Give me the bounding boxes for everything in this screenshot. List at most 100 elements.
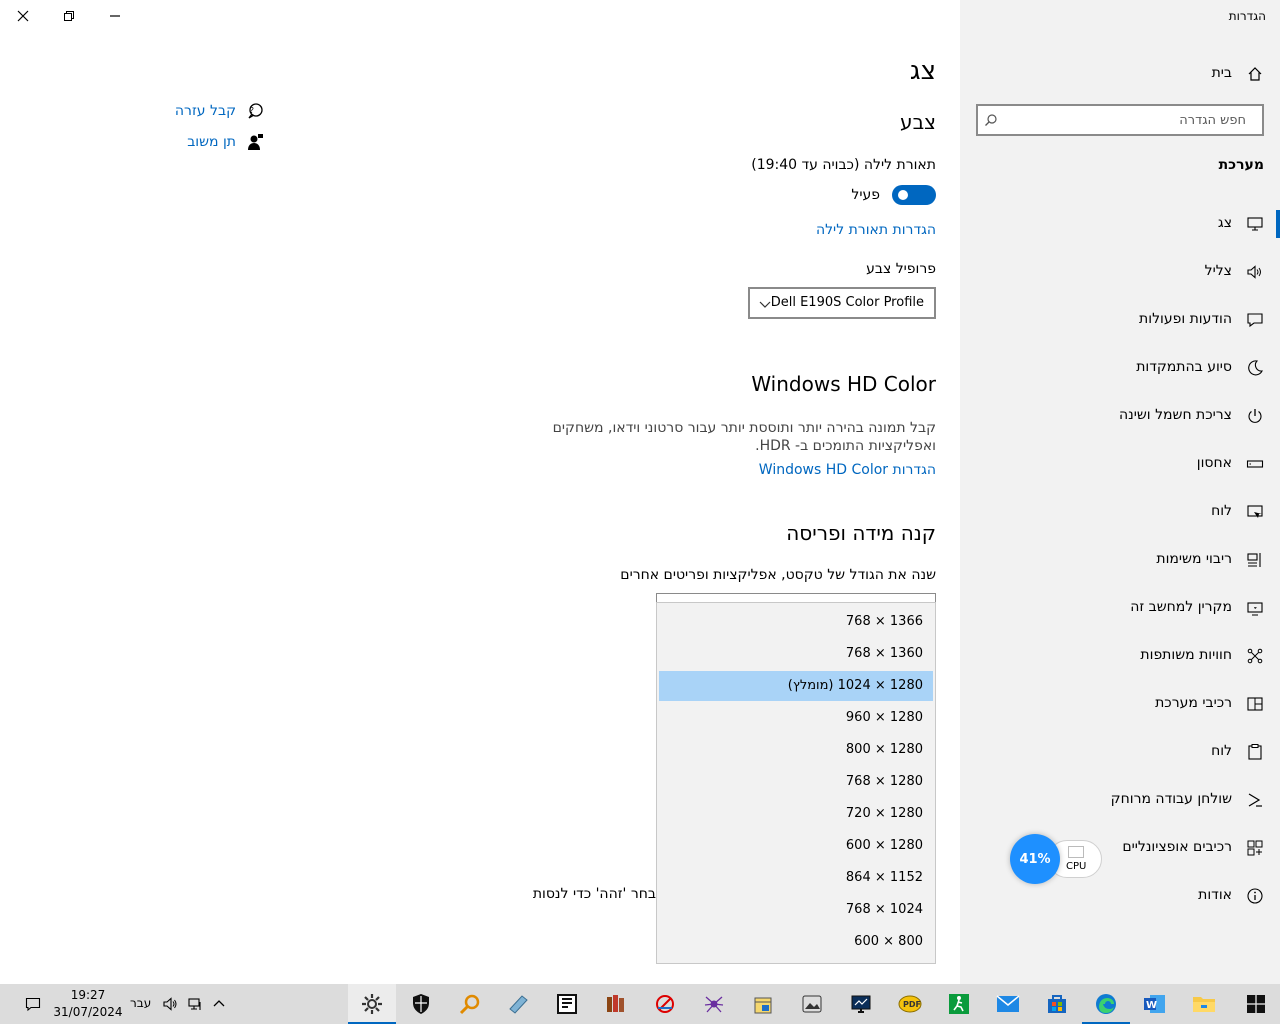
get-help-label: קבל עזרה — [174, 103, 236, 119]
resolution-option[interactable]: 1024 × 768 — [659, 895, 933, 925]
hdr-description: קבל תמונה בהירה יותר ותוססת יותר עבור סר… — [552, 420, 936, 454]
restore-icon — [64, 11, 74, 21]
color-profile-label: פרופיל צבע — [866, 261, 936, 277]
settings-sidebar: הגדרות בית מערכת צג צליל הודעות ופעולות סיו… — [960, 0, 1280, 984]
mail-icon[interactable] — [984, 984, 1032, 1024]
sidebar-item[interactable]: רכיבי מערכת — [960, 686, 1280, 722]
volume-icon[interactable] — [161, 995, 179, 1013]
home-label: בית — [1211, 65, 1232, 81]
minimize-icon — [110, 15, 120, 17]
language-indicator[interactable]: עבר — [130, 996, 151, 1010]
search-input[interactable] — [1006, 106, 1254, 134]
page-title: צג — [909, 56, 936, 86]
color-profile-value: Dell E190S Color Profile — [770, 295, 924, 310]
sidebar-item-label: אחסון — [1196, 455, 1232, 471]
chevron-up-icon[interactable] — [210, 995, 228, 1013]
library-app-icon[interactable] — [592, 984, 640, 1024]
monitor-app-icon[interactable] — [837, 984, 885, 1024]
app-title: הגדרות — [1228, 9, 1266, 23]
edge-icon[interactable] — [1082, 984, 1130, 1024]
get-help-link[interactable]: ? קבל עזרה — [175, 100, 264, 122]
sidebar-home[interactable]: בית — [960, 56, 1280, 92]
resolution-option[interactable]: 800 × 600 — [659, 927, 933, 957]
news-app-icon[interactable] — [543, 984, 591, 1024]
night-light-toggle[interactable] — [892, 185, 936, 205]
search-tool-icon[interactable] — [446, 984, 494, 1024]
resolution-option[interactable]: 1360 × 768 — [659, 639, 933, 669]
sidebar-item-label: שולחן עבודה מרוחק — [1110, 791, 1232, 807]
sidebar-item-label: לוח — [1211, 743, 1232, 759]
sidebar-item[interactable]: צריכת חשמל ושינה — [960, 398, 1280, 434]
restore-button[interactable] — [46, 0, 92, 32]
spider-app-icon[interactable] — [690, 984, 738, 1024]
shared-icon — [1246, 647, 1264, 665]
sidebar-item-label: אודות — [1198, 887, 1232, 903]
notepad-app-icon[interactable] — [494, 984, 542, 1024]
resolution-option[interactable]: 1280 × 960 — [659, 703, 933, 733]
action-center-icon[interactable] — [24, 995, 42, 1013]
resolution-option[interactable]: 1280 × 1024 (מומלץ) — [659, 671, 933, 701]
cpu-widget[interactable]: CPU 41% — [1010, 834, 1102, 884]
sidebar-item[interactable]: לוח — [960, 734, 1280, 770]
settings-taskbar-icon[interactable] — [348, 984, 396, 1024]
hdr-settings-link[interactable]: Windows HD Color הגדרות — [759, 462, 936, 478]
sidebar-item[interactable]: צג — [960, 206, 1280, 242]
home-icon — [1246, 65, 1264, 83]
clock-date: 31/07/2024 — [53, 1005, 123, 1019]
minimize-button[interactable] — [92, 0, 138, 32]
sidebar-item-label: ריבוי משימות — [1156, 551, 1232, 567]
network-icon[interactable] — [186, 995, 204, 1013]
sidebar-item[interactable]: הודעות ופעולות — [960, 302, 1280, 338]
tray-clock[interactable]: 19:27 31/07/2024 — [52, 987, 124, 1021]
exit-app-icon[interactable] — [935, 984, 983, 1024]
sidebar-item[interactable]: שולחן עבודה מרוחק — [960, 782, 1280, 818]
sidebar-item[interactable]: לוח — [960, 494, 1280, 530]
clock-time: 19:27 — [70, 988, 106, 1002]
night-light-label: תאורת לילה (כבויה עד 19:40) — [751, 157, 936, 173]
resolution-option[interactable]: 1280 × 720 — [659, 799, 933, 829]
sidebar-item[interactable]: צליל — [960, 254, 1280, 290]
sidebar-item-label: צג — [1217, 215, 1232, 231]
speaker-icon — [1246, 263, 1264, 281]
word-icon[interactable]: W — [1131, 984, 1179, 1024]
close-button[interactable] — [0, 0, 46, 32]
color-section-heading: צבע — [900, 110, 936, 134]
pdf-icon[interactable]: PDF — [886, 984, 934, 1024]
sidebar-item-label: לוח — [1211, 503, 1232, 519]
calendar-app-icon[interactable] — [739, 984, 787, 1024]
resolution-dropdown-list[interactable]: 1366 × 768 1360 × 768 1280 × 1024 (מומלץ) 1… — [656, 602, 936, 964]
resolution-option[interactable]: 1280 × 600 — [659, 831, 933, 861]
file-explorer-icon[interactable] — [1180, 984, 1228, 1024]
sidebar-item[interactable]: ריבוי משימות — [960, 542, 1280, 578]
tool-app-icon[interactable] — [641, 984, 689, 1024]
resolution-option[interactable]: 1366 × 768 — [659, 607, 933, 637]
search-box[interactable] — [976, 104, 1264, 136]
photo-app-icon[interactable] — [788, 984, 836, 1024]
clipboard-icon — [1246, 743, 1264, 761]
cpu-chip-icon — [1068, 846, 1084, 858]
sidebar-item-label: צריכת חשמל ושינה — [1119, 407, 1232, 423]
sidebar-item[interactable]: מקרין למחשב זה — [960, 590, 1280, 626]
svg-text:W: W — [1146, 1000, 1157, 1011]
sidebar-item[interactable]: חוויות משותפות — [960, 638, 1280, 674]
resolution-option[interactable]: 1152 × 864 — [659, 863, 933, 893]
resolution-option[interactable]: 1280 × 800 — [659, 735, 933, 765]
sidebar-item[interactable]: אודות — [960, 878, 1280, 914]
resolution-option[interactable]: 1280 × 768 — [659, 767, 933, 797]
scale-label: שנה את הגודל של טקסט, אפליקציות ופריטים … — [620, 567, 936, 583]
security-icon[interactable] — [397, 984, 445, 1024]
sidebar-item[interactable]: סיוע בהתמקדות — [960, 350, 1280, 386]
sidebar-item[interactable]: אחסון — [960, 446, 1280, 482]
moon-icon — [1246, 359, 1264, 377]
main-content: צג צבע תאורת לילה (כבויה עד 19:40) פעיל … — [0, 0, 960, 984]
sidebar-item[interactable]: רכיבים אופציונליים — [960, 830, 1280, 866]
night-light-settings-link[interactable]: הגדרות תאורת לילה — [816, 222, 936, 238]
color-profile-select[interactable]: Dell E190S Color Profile — [748, 287, 936, 319]
info-icon — [1246, 887, 1264, 905]
cpu-percent: 41% — [1010, 834, 1060, 884]
give-feedback-label: תן משוב — [187, 134, 236, 150]
sidebar-item-label: סיוע בהתמקדות — [1136, 359, 1232, 375]
give-feedback-link[interactable]: תן משוב — [187, 131, 264, 153]
store-icon[interactable] — [1033, 984, 1081, 1024]
start-icon[interactable] — [1232, 984, 1280, 1024]
